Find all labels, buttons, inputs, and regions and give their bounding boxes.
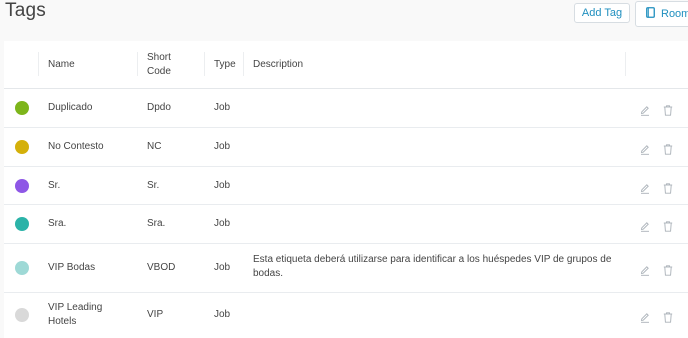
pencil-icon[interactable] <box>640 103 650 116</box>
tag-color-dot <box>15 217 29 231</box>
tag-name-line2: Hotels <box>48 316 77 327</box>
trash-icon[interactable] <box>663 142 673 155</box>
tag-type: Job <box>214 141 231 152</box>
tag-description-line2: bodas. <box>253 268 284 279</box>
column-header-name[interactable]: Name <box>48 58 75 72</box>
column-header-short-code[interactable]: Short Code <box>147 51 171 79</box>
tag-color-dot <box>15 140 29 154</box>
table-header: Name Short Code Type Description <box>4 41 688 89</box>
trash-icon[interactable] <box>663 103 673 116</box>
trash-icon[interactable] <box>663 263 673 276</box>
tag-type: Job <box>214 262 231 273</box>
short-code-header-line2: Code <box>147 66 171 77</box>
rooms-button-label: Rooms <box>661 8 688 20</box>
column-header-description[interactable]: Description <box>253 58 303 72</box>
tag-description: Esta etiqueta deberá utilizarse para ide… <box>253 253 623 281</box>
trash-icon[interactable] <box>663 181 673 194</box>
tags-table: Name Short Code Type Description Duplica… <box>4 41 688 338</box>
tag-type: Job <box>214 102 231 113</box>
tag-type: Job <box>214 309 231 320</box>
tag-name: No Contesto <box>48 141 104 152</box>
tag-short-code: Dpdo <box>147 102 171 113</box>
trash-icon[interactable] <box>663 219 673 232</box>
column-header-type[interactable]: Type <box>214 58 236 72</box>
tag-short-code: VBOD <box>147 262 176 273</box>
pencil-icon[interactable] <box>640 142 650 155</box>
tag-short-code: Sra. <box>147 218 166 229</box>
tag-color-dot <box>15 101 29 115</box>
trash-icon[interactable] <box>663 310 673 323</box>
add-tag-button[interactable]: Add Tag <box>574 3 630 23</box>
tag-name: Sr. <box>48 180 61 191</box>
tag-type: Job <box>214 180 231 191</box>
table-row[interactable]: No Contesto NC Job <box>4 128 688 167</box>
tag-name: Duplicado <box>48 102 93 113</box>
page-title: Tags <box>5 0 46 21</box>
tag-name: VIP Leading Hotels <box>48 301 102 329</box>
tag-short-code: Sr. <box>147 180 160 191</box>
pencil-icon[interactable] <box>640 263 650 276</box>
table-row[interactable]: Sr. Sr. Job <box>4 167 688 205</box>
tag-color-dot <box>15 308 29 322</box>
tag-name: VIP Bodas <box>48 262 96 273</box>
pencil-icon[interactable] <box>640 219 650 232</box>
rooms-button[interactable]: Rooms <box>635 1 688 27</box>
pencil-icon[interactable] <box>640 310 650 323</box>
tag-color-dot <box>15 261 29 275</box>
tag-name-line1: VIP Leading <box>48 302 103 313</box>
tag-short-code: VIP <box>147 309 164 320</box>
tag-name: Sra. <box>48 218 67 229</box>
tag-short-code: NC <box>147 141 162 152</box>
table-row[interactable]: VIP Leading Hotels VIP Job <box>4 293 688 338</box>
pencil-icon[interactable] <box>640 181 650 194</box>
tag-color-dot <box>15 179 29 193</box>
table-row[interactable]: Sra. Sra. Job <box>4 205 688 244</box>
tag-type: Job <box>214 218 231 229</box>
short-code-header-line1: Short <box>147 52 171 63</box>
book-icon <box>646 7 655 21</box>
tag-description-line1: Esta etiqueta deberá utilizarse para ide… <box>253 254 612 265</box>
table-row[interactable]: VIP Bodas VBOD Job Esta etiqueta deberá … <box>4 244 688 293</box>
table-row[interactable]: Duplicado Dpdo Job <box>4 89 688 128</box>
